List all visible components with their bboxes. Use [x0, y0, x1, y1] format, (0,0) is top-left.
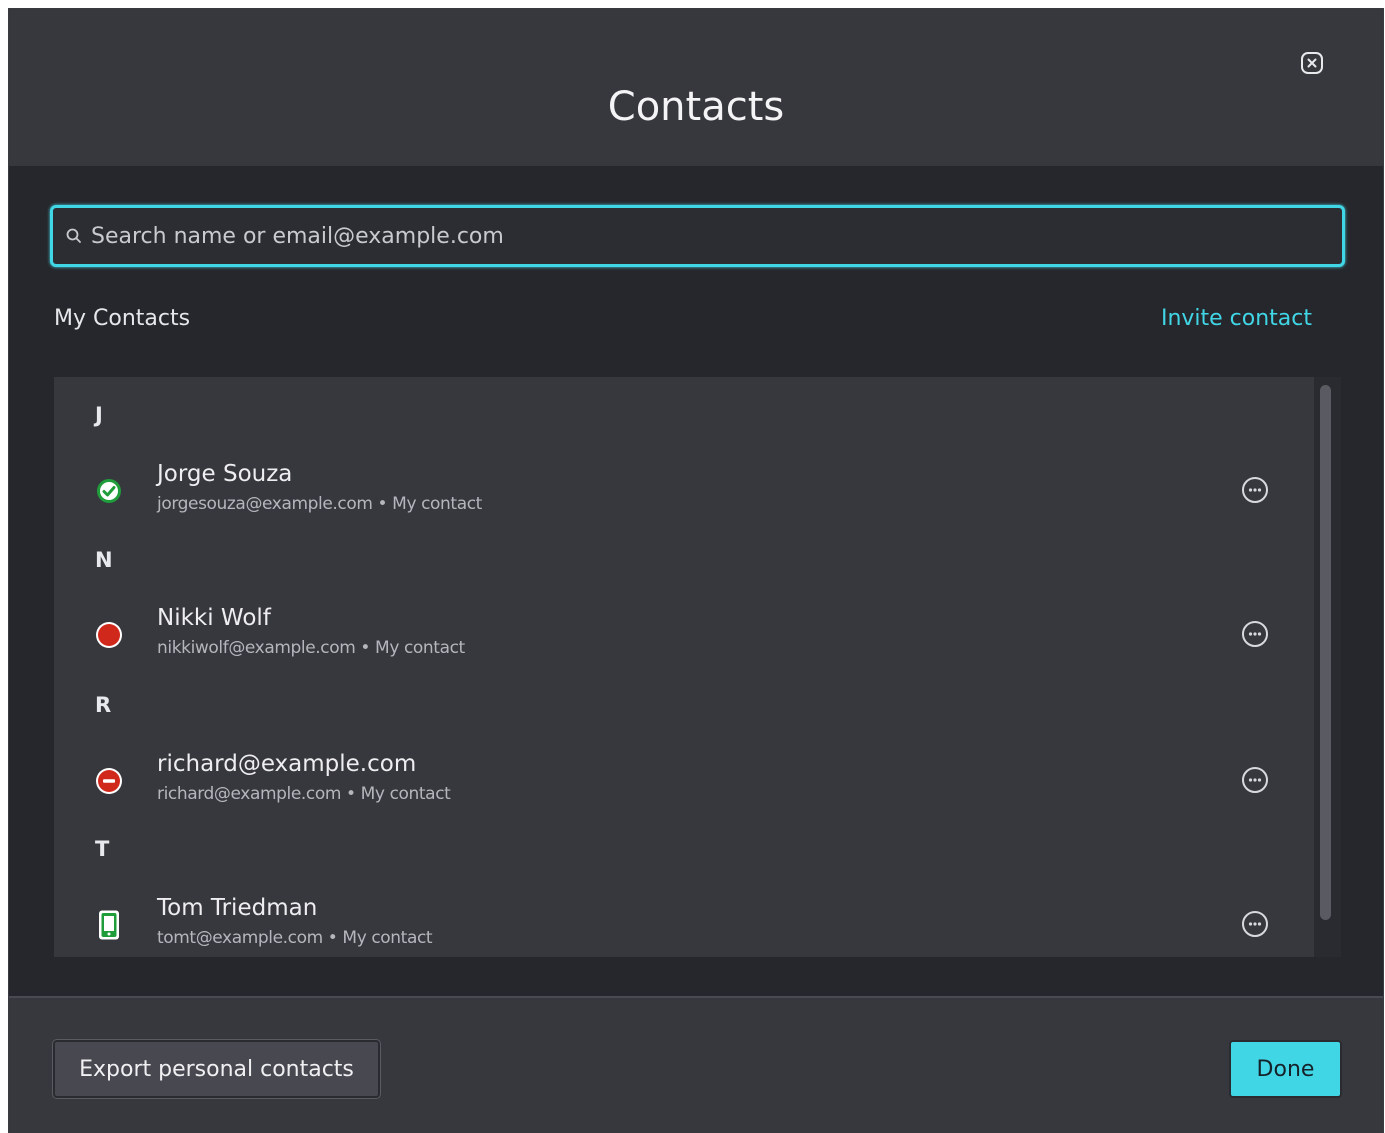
dialog-footer: Export personal contacts Done	[9, 998, 1383, 1133]
contacts-list: J Jorge Souza jorgesouza@example.com • M…	[54, 377, 1341, 957]
contact-row[interactable]: richard@example.com richard@example.com …	[54, 751, 1312, 817]
more-options-icon[interactable]	[1240, 765, 1270, 795]
group-letter-n: N	[95, 548, 113, 572]
contacts-dialog: Contacts My Contacts Invite contact J Jo…	[8, 8, 1384, 1133]
contact-detail: tomt@example.com • My contact	[157, 928, 433, 948]
dialog-header: Contacts	[9, 9, 1383, 166]
contact-email: richard@example.com	[157, 784, 342, 804]
do-not-disturb-icon	[96, 768, 122, 794]
contact-row[interactable]: Tom Triedman tomt@example.com • My conta…	[54, 895, 1312, 957]
contact-detail: jorgesouza@example.com • My contact	[157, 494, 482, 514]
mobile-icon	[99, 910, 119, 940]
detail-separator: •	[372, 494, 393, 514]
contact-name: Tom Triedman	[157, 895, 318, 921]
contact-name: richard@example.com	[157, 751, 417, 777]
contact-row[interactable]: Jorge Souza jorgesouza@example.com • My …	[54, 461, 1312, 527]
detail-separator: •	[355, 638, 376, 658]
detail-separator: •	[322, 928, 343, 948]
close-button[interactable]	[1300, 51, 1324, 75]
export-personal-contacts-button[interactable]: Export personal contacts	[53, 1040, 380, 1098]
search-box	[50, 205, 1345, 267]
group-letter-r: R	[95, 693, 112, 717]
more-options-icon[interactable]	[1240, 475, 1270, 505]
group-letter-t: T	[95, 837, 110, 861]
close-icon	[1301, 52, 1323, 74]
dialog-title: Contacts	[607, 84, 785, 130]
more-options-icon[interactable]	[1240, 909, 1270, 939]
my-contacts-heading: My Contacts	[54, 306, 191, 331]
invite-contact-link[interactable]: Invite contact	[1161, 306, 1312, 331]
contact-tag: My contact	[375, 638, 465, 658]
contact-tag: My contact	[392, 494, 482, 514]
search-icon	[66, 228, 81, 243]
more-options-icon[interactable]	[1240, 619, 1270, 649]
search-input[interactable]	[91, 208, 1331, 264]
scrollbar-thumb[interactable]	[1320, 385, 1331, 920]
contact-name: Jorge Souza	[157, 461, 293, 487]
contact-detail: richard@example.com • My contact	[157, 784, 451, 804]
contact-email: jorgesouza@example.com	[157, 494, 373, 514]
contact-tag: My contact	[342, 928, 433, 948]
contact-row[interactable]: Nikki Wolf nikkiwolf@example.com • My co…	[54, 605, 1312, 671]
contact-name: Nikki Wolf	[157, 605, 271, 631]
detail-separator: •	[341, 784, 361, 804]
contact-email: tomt@example.com	[157, 928, 323, 948]
contact-email: nikkiwolf@example.com	[157, 638, 356, 658]
busy-icon	[96, 622, 122, 648]
available-icon	[97, 479, 121, 503]
done-button[interactable]: Done	[1229, 1040, 1342, 1098]
contact-tag: My contact	[360, 784, 451, 804]
contact-detail: nikkiwolf@example.com • My contact	[157, 638, 465, 658]
group-letter-j: J	[95, 403, 103, 427]
